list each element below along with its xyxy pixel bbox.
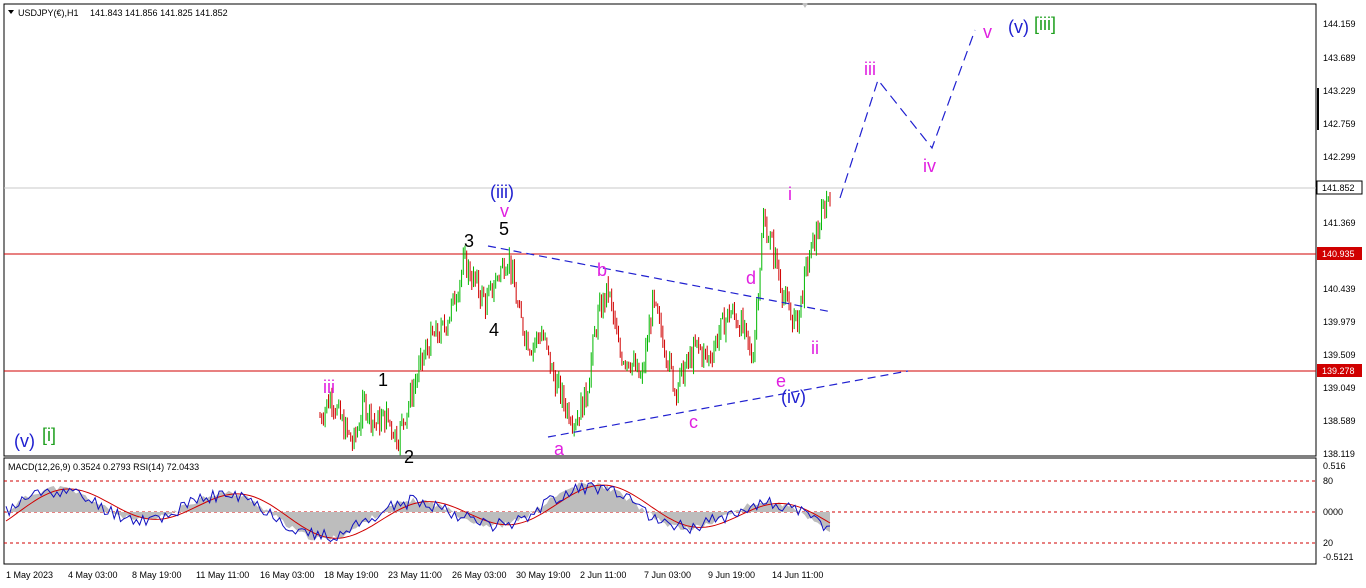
price-tick: 141.369	[1323, 218, 1356, 228]
time-tick: 2 Jun 11:00	[580, 570, 626, 580]
wave-label: 1	[378, 370, 388, 390]
wave-label: 2	[404, 447, 414, 467]
indicator-tick: -0.5121	[1323, 552, 1354, 562]
wave-label: ii	[811, 338, 819, 358]
wave-label: (v)	[14, 431, 35, 451]
time-tick: 7 Jun 03:00	[644, 570, 691, 580]
price-tick: 143.229	[1323, 86, 1356, 96]
wave-label: a	[554, 439, 565, 459]
wave-label: i	[788, 184, 792, 204]
indicator-tick: 0000	[1323, 507, 1343, 517]
price-tick: 138.119	[1323, 449, 1355, 459]
indicator-tick: 80	[1323, 476, 1333, 486]
support-value: 139.278	[1322, 366, 1355, 376]
wave-label: d	[746, 268, 756, 288]
price-tick: 138.589	[1323, 416, 1356, 426]
wave-label: 3	[464, 231, 474, 251]
time-tick: 8 May 19:00	[132, 570, 182, 580]
price-axis: 144.159 143.689 143.229 142.759 142.299 …	[1323, 19, 1356, 459]
symbol-label: USDJPY(€),H1	[18, 8, 79, 18]
wave-label: iii	[864, 59, 876, 79]
wave-label: (iv)	[781, 387, 806, 407]
time-tick: 23 May 11:00	[388, 570, 442, 580]
ohlc-readout: 141.843 141.856 141.825 141.852	[90, 8, 228, 18]
wave-label: 4	[489, 320, 499, 340]
price-tick: 139.979	[1323, 317, 1356, 327]
price-tick: 139.509	[1323, 350, 1356, 360]
time-tick: 9 Jun 19:00	[708, 570, 755, 580]
time-tick: 30 May 19:00	[516, 570, 571, 580]
wave-label: c	[689, 412, 698, 432]
wave-label: iii	[323, 377, 335, 397]
wave-label: iv	[923, 156, 936, 176]
wave-label: v	[500, 201, 509, 221]
wave-label: b	[597, 260, 607, 280]
price-tick: 142.759	[1323, 119, 1356, 129]
time-tick: 1 May 2023	[6, 570, 53, 580]
wave-label: (v)	[1008, 17, 1029, 37]
price-tick: 143.689	[1323, 53, 1356, 63]
indicator-label: MACD(12,26,9) 0.3524 0.2793 RSI(14) 72.0…	[8, 462, 199, 472]
wave-label: [iii]	[1034, 14, 1056, 34]
price-pane	[3, 3, 1317, 457]
price-tick: 144.159	[1323, 19, 1356, 29]
wave-label: v	[983, 22, 992, 42]
time-tick: 26 May 03:00	[452, 570, 507, 580]
price-tick: 140.439	[1323, 284, 1356, 294]
chart-canvas[interactable]: USDJPY(€),H1 141.843 141.856 141.825 141…	[0, 0, 1366, 588]
wave-label: (iii)	[490, 182, 514, 202]
price-tick: 142.299	[1323, 152, 1356, 162]
time-tick: 4 May 03:00	[68, 570, 118, 580]
indicator-tick: 0.516	[1323, 461, 1346, 471]
resistance-value: 140.935	[1322, 249, 1355, 259]
time-tick: 18 May 19:00	[324, 570, 379, 580]
wave-label: 5	[499, 219, 509, 239]
indicator-tick: 20	[1323, 538, 1333, 548]
current-price-value: 141.852	[1322, 183, 1355, 193]
price-tick: 139.049	[1323, 383, 1356, 393]
time-tick: 14 Jun 11:00	[772, 570, 823, 580]
time-tick: 16 May 03:00	[260, 570, 315, 580]
indicator-axis: 0.516 80 0000 20 -0.5121	[1323, 461, 1354, 562]
wave-label: [i]	[42, 425, 56, 445]
time-tick: 11 May 11:00	[196, 570, 249, 580]
time-axis: 1 May 2023 4 May 03:00 8 May 19:00 11 Ma…	[6, 570, 823, 580]
